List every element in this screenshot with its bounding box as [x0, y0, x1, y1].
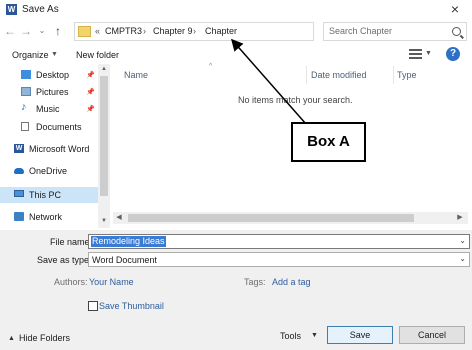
- annotation-overlay: [231, 38, 307, 125]
- annotation-box-a: Box A: [291, 122, 366, 162]
- annotation-arrow: [231, 38, 307, 125]
